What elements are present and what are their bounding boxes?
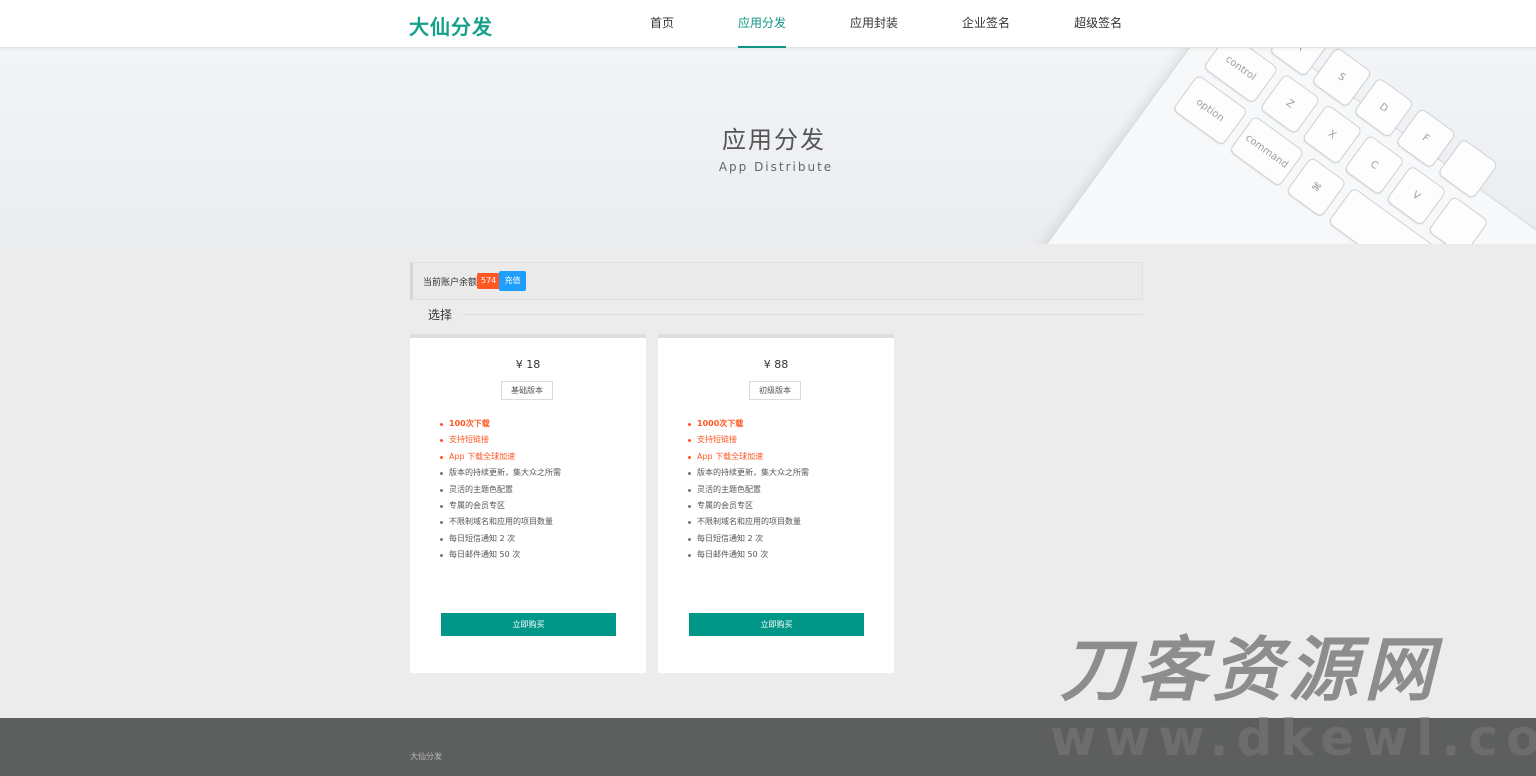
plan-card-junior: ¥ 88 初级版本 1000次下载 支持短链接 App 下载全球加速 版本的持续… bbox=[658, 334, 894, 673]
feature-item: 不限制域名和应用的项目数量 bbox=[440, 514, 561, 530]
feature-item: 版本的持续更新，集大众之所需 bbox=[688, 465, 809, 481]
buy-now-button[interactable]: 立即购买 bbox=[689, 613, 864, 636]
nav-item-enterprise-sign[interactable]: 企业签名 bbox=[962, 0, 1010, 48]
watermark-title: 刀客资源网 bbox=[1060, 629, 1440, 711]
feature-item: 每日邮件通知 50 次 bbox=[440, 547, 561, 563]
plan-name-tag: 初级版本 bbox=[749, 381, 801, 400]
feature-item: 不限制域名和应用的项目数量 bbox=[688, 514, 809, 530]
feature-item: 支持短链接 bbox=[688, 432, 809, 448]
balance-label: 当前账户余额 bbox=[423, 278, 478, 288]
plan-feature-list: 100次下载 支持短链接 App 下载全球加速 版本的持续更新，集大众之所需 灵… bbox=[440, 416, 561, 564]
page-footer: 大仙分发 bbox=[0, 718, 1536, 776]
plan-feature-list: 1000次下载 支持短链接 App 下载全球加速 版本的持续更新，集大众之所需 … bbox=[688, 416, 809, 564]
top-header: 大仙分发 首页 应用分发 应用封装 企业签名 超级签名 bbox=[0, 0, 1536, 48]
plan-price: ¥ 88 bbox=[763, 358, 789, 371]
site-logo[interactable]: 大仙分发 bbox=[409, 11, 493, 40]
plan-card-basic: ¥ 18 基础版本 100次下载 支持短链接 App 下载全球加速 版本的持续更… bbox=[410, 334, 646, 673]
feature-item: 每日短信通知 2 次 bbox=[688, 531, 809, 547]
page-subtitle: App Distribute bbox=[718, 160, 834, 174]
feature-item: 每日短信通知 2 次 bbox=[440, 531, 561, 547]
recharge-button[interactable]: 充值 bbox=[499, 271, 526, 291]
plan-price: ¥ 18 bbox=[515, 358, 541, 371]
feature-item: 1000次下载 bbox=[688, 416, 809, 432]
feature-item: App 下载全球加速 bbox=[688, 449, 809, 465]
nav-item-app-distribute[interactable]: 应用分发 bbox=[738, 0, 787, 48]
page-title: 应用分发 bbox=[722, 126, 826, 154]
feature-item: 支持短链接 bbox=[440, 432, 561, 448]
balance-badge: 574 bbox=[477, 273, 501, 289]
feature-item: 100次下载 bbox=[440, 416, 561, 432]
hero-banner: control option command Z X C V S D F A ⌘… bbox=[0, 48, 1536, 244]
feature-item: 专属的会员专区 bbox=[440, 498, 561, 514]
main-nav: 首页 应用分发 应用封装 企业签名 超级签名 bbox=[620, 0, 1122, 48]
buy-now-button[interactable]: 立即购买 bbox=[441, 613, 616, 636]
feature-item: 灵活的主题色配置 bbox=[688, 482, 809, 498]
section-title: 选择 bbox=[428, 308, 453, 322]
nav-item-home[interactable]: 首页 bbox=[650, 0, 674, 48]
feature-item: 版本的持续更新，集大众之所需 bbox=[440, 465, 561, 481]
account-balance-bar: 当前账户余额 574 充值 bbox=[410, 262, 1143, 300]
section-divider bbox=[462, 314, 1143, 315]
feature-item: 每日邮件通知 50 次 bbox=[688, 547, 809, 563]
nav-item-super-sign[interactable]: 超级签名 bbox=[1074, 0, 1122, 48]
feature-item: 灵活的主题色配置 bbox=[440, 482, 561, 498]
feature-item: App 下载全球加速 bbox=[440, 449, 561, 465]
feature-item: 专属的会员专区 bbox=[688, 498, 809, 514]
plan-name-tag: 基础版本 bbox=[501, 381, 553, 400]
footer-brand: 大仙分发 bbox=[410, 752, 442, 761]
nav-item-app-wrap[interactable]: 应用封装 bbox=[850, 0, 898, 48]
